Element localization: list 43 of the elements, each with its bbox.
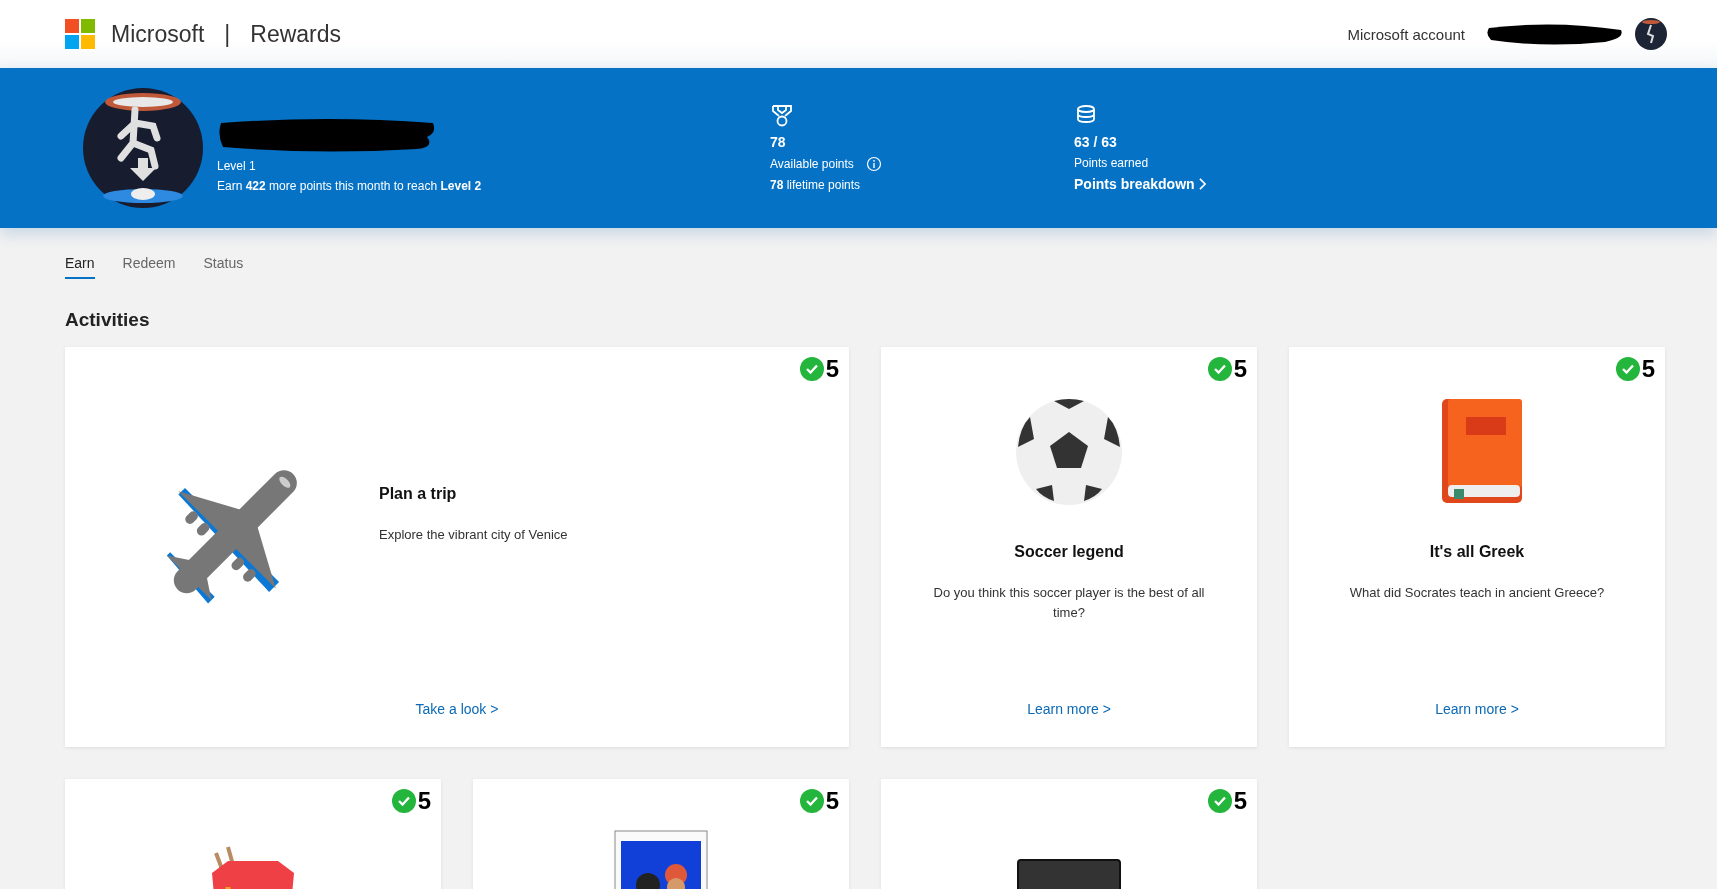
- tab[interactable]: Status: [203, 255, 244, 279]
- points-value: 5: [1233, 355, 1247, 383]
- activity-link[interactable]: Learn more >: [1435, 701, 1519, 717]
- info-icon[interactable]: [865, 156, 882, 172]
- activity-link[interactable]: Take a look >: [415, 701, 499, 717]
- stat-value: 78: [770, 134, 787, 150]
- points-value: 5: [825, 355, 839, 383]
- activity-link[interactable]: Learn more >: [1027, 701, 1111, 717]
- section-title: Activities: [65, 309, 151, 331]
- account-link[interactable]: Microsoft account: [1347, 25, 1465, 43]
- points-value: 5: [417, 787, 431, 815]
- level-label: Level 1: [217, 159, 257, 173]
- medal-icon: [770, 104, 794, 128]
- points-value: 5: [1641, 355, 1655, 383]
- product-name: Rewards: [250, 20, 342, 48]
- soccer-ball-icon: [1014, 397, 1124, 507]
- stat-value: 63 / 63: [1074, 134, 1118, 150]
- activity-description: Do you think this soccer player is the best of all time?: [932, 584, 1206, 622]
- points-breakdown-link[interactable]: Points breakdown: [1074, 176, 1195, 192]
- activity-card[interactable]: 5 Plan a trip Explore the vibrant city of Venice Take a look >: [65, 347, 849, 747]
- progress-text: Earn 422 more points this month to reach Level 2: [217, 179, 482, 193]
- activity-card[interactable]: 5 It's all Greek What did Socrates teach in ancient Greece? Learn more >: [1289, 347, 1665, 747]
- microsoft-logo-icon: [65, 19, 95, 49]
- activity-card[interactable]: 5: [881, 779, 1257, 889]
- points-value: 5: [1233, 787, 1247, 815]
- separator: |: [224, 20, 231, 48]
- chevron-icon: [1198, 178, 1206, 190]
- stat-label: Available points: [770, 157, 854, 171]
- tab[interactable]: Earn: [65, 255, 95, 279]
- avatar-icon[interactable]: [1635, 18, 1667, 50]
- stat-label: Points earned: [1074, 156, 1149, 170]
- activity-description: What did Socrates teach in ancient Greece?: [1349, 584, 1605, 602]
- lifetime-points: 78 lifetime points: [770, 178, 862, 192]
- tab[interactable]: Redeem: [122, 255, 176, 279]
- activity-card[interactable]: 5 Soccer legend Do you think this soccer player is the best of all time? Learn more >: [881, 347, 1257, 747]
- activity-description: Explore the vibrant city of Venice: [379, 526, 568, 544]
- points-value: 5: [825, 787, 839, 815]
- activity-title: Soccer legend: [1014, 543, 1124, 561]
- activity-card[interactable]: 5: [473, 779, 849, 889]
- activity-card[interactable]: 5: [65, 779, 441, 889]
- brand-name: Microsoft: [111, 20, 205, 48]
- activity-title: Plan a trip: [379, 485, 457, 503]
- activity-title: It's all Greek: [1429, 543, 1525, 561]
